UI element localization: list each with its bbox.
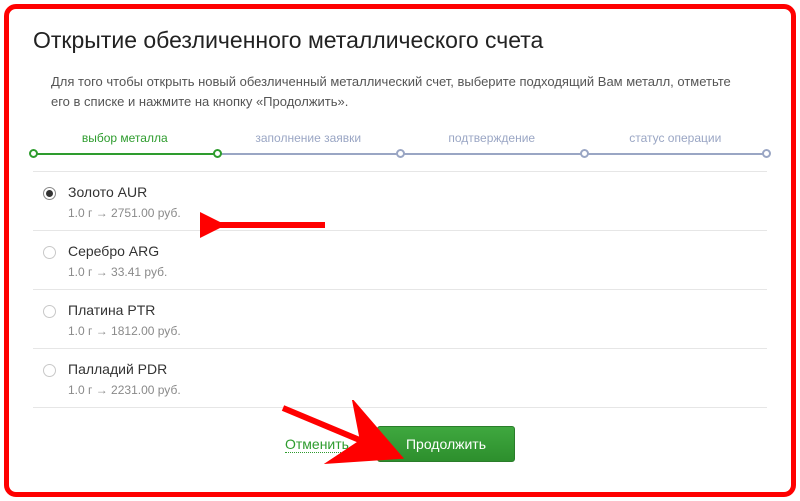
step-dot-icon xyxy=(762,149,771,158)
metal-price: 1.0 г → 2751.00 руб. xyxy=(68,206,761,220)
metal-name: Платина PTR xyxy=(68,302,761,318)
page-title: Открытие обезличенного металлического сч… xyxy=(33,27,767,54)
cancel-link[interactable]: Отменить xyxy=(285,436,349,453)
metal-name: Золото AUR xyxy=(68,184,761,200)
radio-icon xyxy=(43,246,56,259)
metal-price: 1.0 г → 1812.00 руб. xyxy=(68,324,761,338)
progress-stepper: выбор металла заполнение заявки подтверж… xyxy=(33,131,767,159)
step-dot-icon xyxy=(213,149,222,158)
radio-icon xyxy=(43,187,56,200)
metal-option-gold[interactable]: Золото AUR 1.0 г → 2751.00 руб. xyxy=(33,172,767,231)
metal-option-platinum[interactable]: Платина PTR 1.0 г → 1812.00 руб. xyxy=(33,290,767,349)
step-dot-icon xyxy=(580,149,589,158)
metal-name: Серебро ARG xyxy=(68,243,761,259)
radio-icon xyxy=(43,305,56,318)
metal-name: Палладий PDR xyxy=(68,361,761,377)
step-confirmation: подтверждение xyxy=(400,131,584,145)
metal-price: 1.0 г → 33.41 руб. xyxy=(68,265,761,279)
metal-option-palladium[interactable]: Палладий PDR 1.0 г → 2231.00 руб. xyxy=(33,349,767,408)
step-dot-icon xyxy=(29,149,38,158)
step-dot-icon xyxy=(396,149,405,158)
metal-option-silver[interactable]: Серебро ARG 1.0 г → 33.41 руб. xyxy=(33,231,767,290)
radio-icon xyxy=(43,364,56,377)
intro-text: Для того чтобы открыть новый обезличенны… xyxy=(51,72,749,111)
continue-button[interactable]: Продолжить xyxy=(377,426,515,462)
metal-price: 1.0 г → 2231.00 руб. xyxy=(68,383,761,397)
step-application: заполнение заявки xyxy=(217,131,401,145)
metal-list: Золото AUR 1.0 г → 2751.00 руб. Серебро … xyxy=(33,171,767,408)
step-status: статус операции xyxy=(584,131,768,145)
step-select-metal: выбор металла xyxy=(33,131,217,145)
